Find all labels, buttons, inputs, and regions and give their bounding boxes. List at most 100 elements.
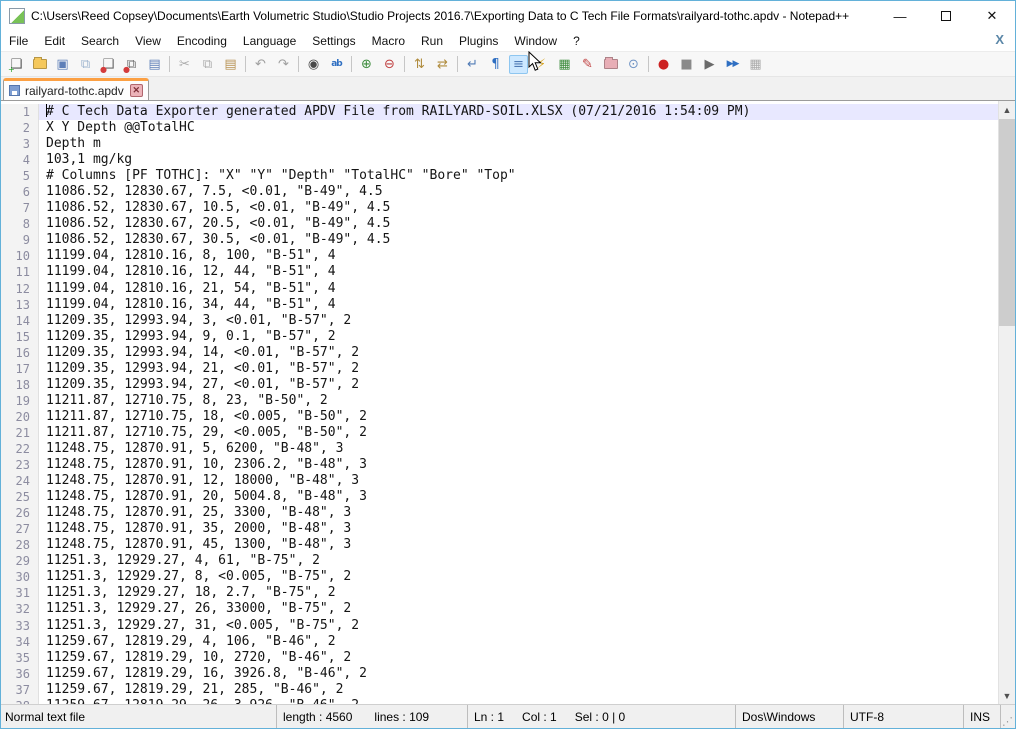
editor-line-8[interactable]: 811086.52, 12830.67, 20.5, <0.01, "B-49"… (1, 216, 998, 232)
menu-item-run[interactable]: Run (413, 32, 451, 50)
line-text[interactable]: 11259.67, 12819.29, 10, 2720, "B-46", 2 (39, 650, 998, 666)
editor-line-16[interactable]: 1611209.35, 12993.94, 14, <0.01, "B-57",… (1, 345, 998, 361)
line-text[interactable]: 11211.87, 12710.75, 8, 23, "B-50", 2 (39, 393, 998, 409)
editor-line-15[interactable]: 1511209.35, 12993.94, 9, 0.1, "B-57", 2 (1, 329, 998, 345)
line-text[interactable]: 11199.04, 12810.16, 21, 54, "B-51", 4 (39, 281, 998, 297)
minimize-button[interactable]: — (877, 1, 923, 31)
line-text[interactable]: 11086.52, 12830.67, 7.5, <0.01, "B-49", … (39, 184, 998, 200)
editor-line-27[interactable]: 2711248.75, 12870.91, 35, 2000, "B-48", … (1, 521, 998, 537)
replace-button[interactable]: ab (327, 55, 346, 74)
line-text[interactable]: # C Tech Data Exporter generated APDV Fi… (39, 104, 998, 120)
editor-line-13[interactable]: 1311199.04, 12810.16, 34, 44, "B-51", 4 (1, 297, 998, 313)
line-text[interactable]: 11251.3, 12929.27, 18, 2.7, "B-75", 2 (39, 585, 998, 601)
line-text[interactable]: 11248.75, 12870.91, 12, 18000, "B-48", 3 (39, 473, 998, 489)
editor-line-1[interactable]: 1# C Tech Data Exporter generated APDV F… (1, 104, 998, 120)
line-text[interactable]: 11251.3, 12929.27, 8, <0.005, "B-75", 2 (39, 569, 998, 585)
cut-button[interactable]: ✂ (175, 55, 194, 74)
line-text[interactable]: 11251.3, 12929.27, 26, 33000, "B-75", 2 (39, 601, 998, 617)
scroll-up-icon[interactable]: ▲ (999, 101, 1015, 118)
editor-line-18[interactable]: 1811209.35, 12993.94, 27, <0.01, "B-57",… (1, 377, 998, 393)
find-button[interactable]: ◉ (304, 55, 323, 74)
redo-button[interactable]: ↷ (274, 55, 293, 74)
save-file-button[interactable]: ▣ (53, 55, 72, 74)
line-text[interactable]: 11259.67, 12819.29, 4, 106, "B-46", 2 (39, 634, 998, 650)
menu-item-encoding[interactable]: Encoding (169, 32, 235, 50)
text-editor[interactable]: 1# C Tech Data Exporter generated APDV F… (1, 101, 1015, 704)
close-button[interactable]: ✕ (969, 1, 1015, 31)
editor-line-2[interactable]: 2X Y Depth @@TotalHC (1, 120, 998, 136)
line-text[interactable]: 11211.87, 12710.75, 18, <0.005, "B-50", … (39, 409, 998, 425)
line-text[interactable]: 11209.35, 12993.94, 21, <0.01, "B-57", 2 (39, 361, 998, 377)
line-text[interactable]: 11248.75, 12870.91, 5, 6200, "B-48", 3 (39, 441, 998, 457)
close-file-button[interactable]: ❏● (99, 55, 118, 74)
menu-item-edit[interactable]: Edit (36, 32, 73, 50)
save-all-button[interactable]: ⧉ (76, 55, 95, 74)
menu-item-settings[interactable]: Settings (304, 32, 363, 50)
scroll-down-icon[interactable]: ▼ (999, 687, 1015, 704)
editor-line-32[interactable]: 3211251.3, 12929.27, 26, 33000, "B-75", … (1, 601, 998, 617)
line-text[interactable]: 11259.67, 12819.29, 21, 285, "B-46", 2 (39, 682, 998, 698)
indent-guide-button[interactable]: ≡ (509, 55, 528, 74)
vertical-scrollbar[interactable]: ▲ ▼ (998, 101, 1015, 704)
editor-line-10[interactable]: 1011199.04, 12810.16, 8, 100, "B-51", 4 (1, 248, 998, 264)
editor-line-37[interactable]: 3711259.67, 12819.29, 21, 285, "B-46", 2 (1, 682, 998, 698)
line-text[interactable]: 11251.3, 12929.27, 31, <0.005, "B-75", 2 (39, 618, 998, 634)
editor-line-14[interactable]: 1411209.35, 12993.94, 3, <0.01, "B-57", … (1, 313, 998, 329)
sync-scroll-horizontal-button[interactable]: ⇄ (433, 55, 452, 74)
editor-line-6[interactable]: 611086.52, 12830.67, 7.5, <0.01, "B-49",… (1, 184, 998, 200)
menu-item-view[interactable]: View (127, 32, 169, 50)
line-text[interactable]: 11251.3, 12929.27, 4, 61, "B-75", 2 (39, 553, 998, 569)
editor-line-34[interactable]: 3411259.67, 12819.29, 4, 106, "B-46", 2 (1, 634, 998, 650)
menu-item-help[interactable]: ? (565, 32, 588, 50)
menu-item-language[interactable]: Language (235, 32, 304, 50)
scrollbar-thumb[interactable] (999, 119, 1015, 326)
line-text[interactable]: 11199.04, 12810.16, 12, 44, "B-51", 4 (39, 264, 998, 280)
project-panel-button[interactable] (601, 55, 620, 74)
editor-line-19[interactable]: 1911211.87, 12710.75, 8, 23, "B-50", 2 (1, 393, 998, 409)
editor-line-5[interactable]: 5# Columns [PF TOTHC]: "X" "Y" "Depth" "… (1, 168, 998, 184)
resize-grip[interactable] (1001, 705, 1015, 728)
tab-railyard-tothc[interactable]: railyard-tothc.apdv ✕ (3, 78, 149, 100)
monitoring-button[interactable]: ⊙ (624, 55, 643, 74)
editor-line-20[interactable]: 2011211.87, 12710.75, 18, <0.005, "B-50"… (1, 409, 998, 425)
editor-line-22[interactable]: 2211248.75, 12870.91, 5, 6200, "B-48", 3 (1, 441, 998, 457)
editor-line-33[interactable]: 3311251.3, 12929.27, 31, <0.005, "B-75",… (1, 618, 998, 634)
editor-line-35[interactable]: 3511259.67, 12819.29, 10, 2720, "B-46", … (1, 650, 998, 666)
line-text[interactable]: 11209.35, 12993.94, 27, <0.01, "B-57", 2 (39, 377, 998, 393)
menu-item-macro[interactable]: Macro (364, 32, 413, 50)
editor-line-29[interactable]: 2911251.3, 12929.27, 4, 61, "B-75", 2 (1, 553, 998, 569)
line-text[interactable]: 11248.75, 12870.91, 10, 2306.2, "B-48", … (39, 457, 998, 473)
menu-item-file[interactable]: File (1, 32, 36, 50)
line-text[interactable]: 11199.04, 12810.16, 34, 44, "B-51", 4 (39, 297, 998, 313)
line-text[interactable]: 11248.75, 12870.91, 25, 3300, "B-48", 3 (39, 505, 998, 521)
editor-line-21[interactable]: 2111211.87, 12710.75, 29, <0.005, "B-50"… (1, 425, 998, 441)
tab-close-icon[interactable]: ✕ (130, 84, 143, 97)
editor-line-9[interactable]: 911086.52, 12830.67, 30.5, <0.01, "B-49"… (1, 232, 998, 248)
close-document-x-button[interactable]: X (992, 32, 1007, 47)
line-text[interactable]: # Columns [PF TOTHC]: "X" "Y" "Depth" "T… (39, 168, 998, 184)
line-text[interactable]: 11209.35, 12993.94, 14, <0.01, "B-57", 2 (39, 345, 998, 361)
show-all-characters-button[interactable]: ¶ (486, 55, 505, 74)
menu-item-window[interactable]: Window (506, 32, 565, 50)
word-wrap-button[interactable]: ↵ (463, 55, 482, 74)
document-list-button[interactable]: ✎ (578, 55, 597, 74)
open-file-button[interactable] (30, 55, 49, 74)
line-text[interactable]: 11248.75, 12870.91, 20, 5004.8, "B-48", … (39, 489, 998, 505)
macro-run-multiple-button[interactable]: ▶▶ (723, 55, 742, 74)
sync-scroll-vertical-button[interactable]: ⇅ (410, 55, 429, 74)
menu-item-plugins[interactable]: Plugins (451, 32, 506, 50)
line-text[interactable]: 11259.67, 12819.29, 16, 3926.8, "B-46", … (39, 666, 998, 682)
editor-line-23[interactable]: 2311248.75, 12870.91, 10, 2306.2, "B-48"… (1, 457, 998, 473)
line-text[interactable]: X Y Depth @@TotalHC (39, 120, 998, 136)
line-text[interactable]: 11211.87, 12710.75, 29, <0.005, "B-50", … (39, 425, 998, 441)
document-map-button[interactable]: ▦ (555, 55, 574, 74)
editor-line-3[interactable]: 3Depth m (1, 136, 998, 152)
editor-line-38[interactable]: 3811259.67, 12819.29, 26, 3.926, "B-46",… (1, 698, 998, 704)
macro-save-button[interactable]: ▦ (746, 55, 765, 74)
copy-button[interactable]: ⧉ (198, 55, 217, 74)
editor-line-36[interactable]: 3611259.67, 12819.29, 16, 3926.8, "B-46"… (1, 666, 998, 682)
line-text[interactable]: 11209.35, 12993.94, 9, 0.1, "B-57", 2 (39, 329, 998, 345)
editor-line-12[interactable]: 1211199.04, 12810.16, 21, 54, "B-51", 4 (1, 281, 998, 297)
line-text[interactable]: Depth m (39, 136, 998, 152)
line-text[interactable]: 11199.04, 12810.16, 8, 100, "B-51", 4 (39, 248, 998, 264)
